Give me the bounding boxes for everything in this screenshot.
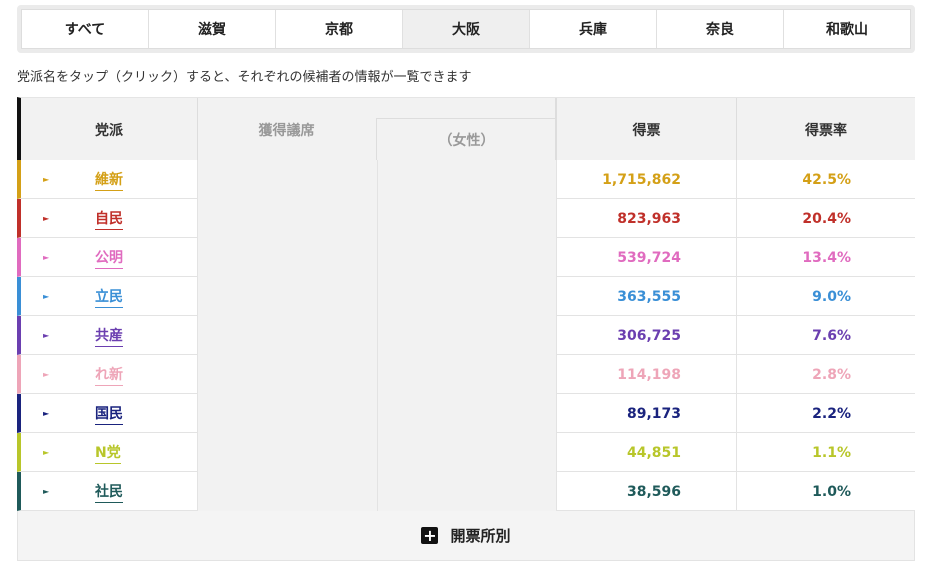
expand-arrow-icon[interactable]: ► (43, 394, 57, 433)
header-party: 党派 (95, 122, 123, 139)
party-name-link[interactable]: 国民 (95, 403, 123, 425)
women-cell (377, 394, 556, 433)
party-name-link[interactable]: 維新 (95, 169, 123, 191)
seats-cell (197, 433, 377, 472)
seats-cell (197, 355, 377, 394)
women-cell (377, 238, 556, 277)
tab-3[interactable]: 大阪 (403, 10, 530, 48)
party-name-link[interactable]: N党 (95, 442, 121, 464)
party-name-cell[interactable]: 公明 (95, 238, 155, 277)
expand-arrow-icon[interactable]: ► (43, 277, 57, 316)
prefecture-tabs: すべて 滋賀 京都 大阪 兵庫 奈良 和歌山 (21, 9, 911, 49)
seats-cell (197, 472, 377, 511)
expand-arrow-icon[interactable]: ► (43, 472, 57, 511)
votes-cell: 1,715,862 (556, 160, 736, 199)
table-row[interactable]: ► 公明 539,724 13.4% (17, 238, 915, 277)
expand-arrow-icon[interactable]: ► (43, 199, 57, 238)
votes-cell: 38,596 (556, 472, 736, 511)
rate-cell: 13.4% (736, 238, 915, 277)
women-cell (377, 199, 556, 238)
table-row[interactable]: ► 立民 363,555 9.0% (17, 277, 915, 316)
expand-arrow-icon[interactable]: ► (43, 316, 57, 355)
expand-arrow-icon[interactable]: ► (43, 160, 57, 199)
votes-cell: 363,555 (556, 277, 736, 316)
rate-cell: 7.6% (736, 316, 915, 355)
party-name-link[interactable]: 自民 (95, 208, 123, 230)
polling-station-label: 開票所別 (450, 527, 511, 545)
party-name-cell[interactable]: 維新 (95, 160, 155, 199)
rate-cell: 1.0% (736, 472, 915, 511)
table-row[interactable]: ► 自民 823,963 20.4% (17, 199, 915, 238)
women-cell (377, 277, 556, 316)
women-cell (377, 433, 556, 472)
seats-cell (197, 238, 377, 277)
women-cell (377, 355, 556, 394)
header-rate: 得票率 (736, 98, 915, 161)
results-table: 党派 獲得議席 （女性） 得票 得票率 ► 維新 1,715,862 42.5% ► 自民… (17, 97, 915, 561)
expand-arrow-icon[interactable]: ► (43, 433, 57, 472)
plus-icon: + (421, 525, 439, 545)
party-name-link[interactable]: れ新 (95, 364, 123, 386)
party-name-cell[interactable]: 共産 (95, 316, 155, 355)
seats-cell (197, 199, 377, 238)
seats-cell (197, 160, 377, 199)
tab-1[interactable]: 滋賀 (149, 10, 276, 48)
party-name-link[interactable]: 立民 (95, 286, 123, 308)
party-name-link[interactable]: 社民 (95, 481, 123, 503)
instruction-text: 党派名をタップ（クリック）すると、それぞれの候補者の情報が一覧できます (17, 70, 472, 85)
votes-cell: 114,198 (556, 355, 736, 394)
rate-cell: 2.8% (736, 355, 915, 394)
tab-5[interactable]: 奈良 (657, 10, 784, 48)
seats-cell (197, 277, 377, 316)
votes-cell: 306,725 (556, 316, 736, 355)
table-row[interactable]: ► 共産 306,725 7.6% (17, 316, 915, 355)
party-name-cell[interactable]: N党 (95, 433, 155, 472)
header-seats-label: 獲得議席 (258, 123, 315, 139)
party-name-cell[interactable]: 自民 (95, 199, 155, 238)
table-row[interactable]: ► 国民 89,173 2.2% (17, 394, 915, 433)
table-row[interactable]: ► N党 44,851 1.1% (17, 433, 915, 472)
votes-cell: 89,173 (556, 394, 736, 433)
seats-cell (197, 316, 377, 355)
party-name-cell[interactable]: 国民 (95, 394, 155, 433)
table-body: ► 維新 1,715,862 42.5% ► 自民 823,963 20.4% ► 公明 539,7… (17, 160, 915, 511)
expand-arrow-icon[interactable]: ► (43, 238, 57, 277)
votes-cell: 823,963 (556, 199, 736, 238)
seats-cell (197, 394, 377, 433)
women-cell (377, 316, 556, 355)
party-name-link[interactable]: 公明 (95, 247, 123, 269)
votes-cell: 44,851 (556, 433, 736, 472)
party-name-cell[interactable]: 社民 (95, 472, 155, 511)
table-row[interactable]: ► 社民 38,596 1.0% (17, 472, 915, 511)
expand-arrow-icon[interactable]: ► (43, 355, 57, 394)
party-name-cell[interactable]: 立民 (95, 277, 155, 316)
rate-cell: 42.5% (736, 160, 915, 199)
table-header: 党派 獲得議席 （女性） 得票 得票率 (17, 97, 915, 161)
tab-0[interactable]: すべて (22, 10, 149, 48)
rate-cell: 1.1% (736, 433, 915, 472)
tab-6[interactable]: 和歌山 (784, 10, 910, 48)
table-row[interactable]: ► 維新 1,715,862 42.5% (17, 160, 915, 199)
rate-cell: 2.2% (736, 394, 915, 433)
table-row[interactable]: ► れ新 114,198 2.8% (17, 355, 915, 394)
women-cell (377, 160, 556, 199)
polling-station-button[interactable]: + 開票所別 (17, 511, 915, 561)
tab-4[interactable]: 兵庫 (530, 10, 657, 48)
rate-cell: 20.4% (736, 199, 915, 238)
party-name-link[interactable]: 共産 (95, 325, 123, 347)
women-cell (377, 472, 556, 511)
prefecture-tab-bar: すべて 滋賀 京都 大阪 兵庫 奈良 和歌山 (17, 5, 915, 53)
votes-cell: 539,724 (556, 238, 736, 277)
header-women: （女性） (376, 118, 556, 161)
rate-cell: 9.0% (736, 277, 915, 316)
party-name-cell[interactable]: れ新 (95, 355, 155, 394)
tab-2[interactable]: 京都 (276, 10, 403, 48)
header-votes: 得票 (556, 98, 736, 161)
